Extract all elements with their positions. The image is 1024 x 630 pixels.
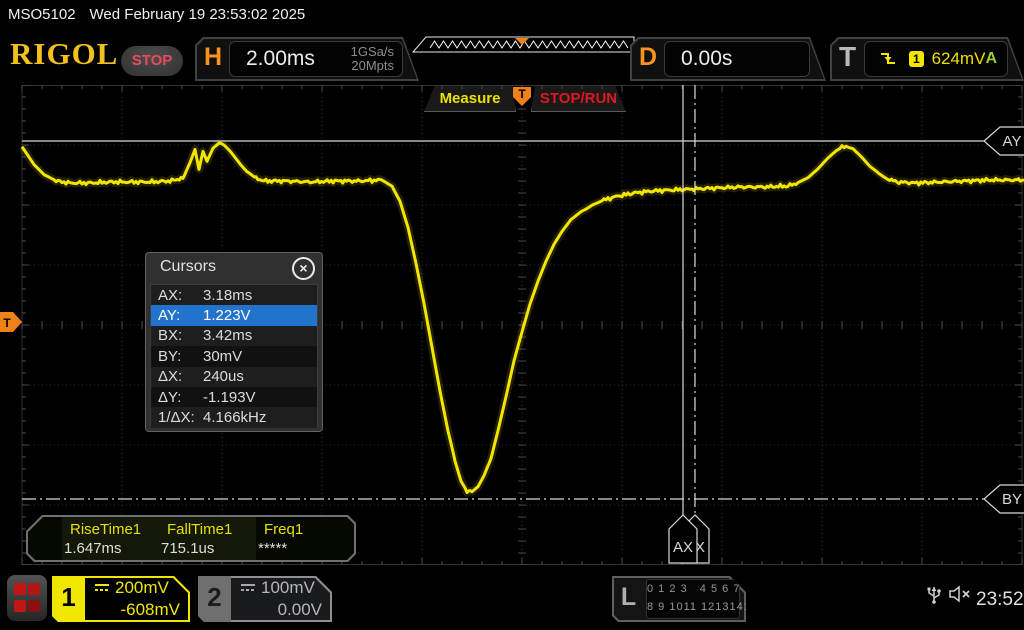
cursor-readout-list: AX:3.18msAY:1.223VBX:3.42msBY:30mVΔX:240… [150,284,318,427]
cursor-label: AX: [151,287,203,304]
svg-text:T: T [518,87,526,101]
cursor-label: ΔX: [151,368,203,385]
trigger-source-badge: 1 [909,51,923,67]
cursor-label: AY: [151,307,203,324]
cursor-value: 4.166kHz [203,409,317,426]
channel-2-tag[interactable]: 2 100mV 0.00V [198,576,332,622]
trigger-slope-icon [879,50,897,68]
measurement-value: ***** [256,538,353,557]
cursor-value: 30mV [203,348,317,365]
measurement-value: 1.647ms [62,538,159,557]
t-label: T [839,41,856,73]
svg-text:AX: AX [673,539,693,556]
digital-channels-row1: 0 1 2 3 4 5 6 7 [647,580,739,598]
clock: 23:52 [976,570,1024,630]
dc-coupling-icon [94,583,110,593]
la-label: L [612,576,645,622]
header-bar: RIGOL STOP H 2.00ms 1GSa/s20Mpts Measure… [0,30,1024,85]
close-icon[interactable]: × [292,257,315,280]
measurement-item[interactable]: Freq1***** [256,517,353,560]
cursor-label: BY: [151,348,203,365]
measurements-panel[interactable]: RiseTime11.647msFallTime1715.1usFreq1***… [26,515,356,562]
dc-coupling-icon [240,583,256,593]
datetime: Wed February 19 23:53:02 2025 [90,6,306,23]
cursor-row-ay[interactable]: AY:1.223V [151,305,317,325]
delay-panel[interactable]: D 0.00s [630,37,826,81]
waveform-overview-strip[interactable] [412,36,636,54]
logic-analyzer-tag[interactable]: L 0 1 2 3 4 5 6 7 8 9 1011 12131415 [612,576,746,622]
usb-icon [925,583,943,605]
channel-1-scale: 200mV [115,578,169,598]
measurement-item[interactable]: FallTime1715.1us [159,517,256,560]
measurements-list: RiseTime11.647msFallTime1715.1usFreq1***… [28,517,354,560]
cursor-row-by[interactable]: BY:30mV [151,346,317,366]
cursor-row-δy[interactable]: ΔY:-1.193V [151,387,317,407]
h-label: H [204,43,222,72]
delay-value: 0.00s [665,47,732,71]
svg-text:T: T [3,316,11,330]
cursor-value: 3.18ms [203,287,317,304]
bottom-bar: 1 200mV -608mV 2 100mV 0.00V [0,570,1024,630]
trigger-mode: A [985,50,1001,68]
sample-rate: 1GSa/s [351,44,394,59]
trigger-level-value: 624mV [932,49,986,69]
cursor-row-ax[interactable]: AX:3.18ms [151,285,317,305]
digital-channels-row2: 8 9 1011 12131415 [647,598,739,616]
timebase-value: 2.00ms [230,47,351,71]
trigger-panel[interactable]: T 1 624mV A [830,37,1024,81]
d-label: D [639,43,657,72]
memory-depth: 20Mpts [351,58,394,73]
cursor-value: 1.223V [203,307,317,324]
rigol-logo: RIGOL [10,36,118,72]
run-state-badge[interactable]: STOP [121,46,183,76]
cursor-row-bx[interactable]: BX:3.42ms [151,326,317,346]
channel-1-number: 1 [52,576,85,622]
svg-text:AY: AY [1003,133,1022,150]
measurement-value: 715.1us [159,538,256,557]
cursor-value: 240us [203,368,317,385]
cursor-label: 1/ΔX: [151,409,203,426]
cursor-row-δx[interactable]: ΔX:240us [151,367,317,387]
oscilloscope-screen: MSO5102 Wed February 19 23:53:02 2025 RIG… [0,0,1024,630]
model-name: MSO5102 [8,6,76,23]
measurement-item[interactable]: RiseTime11.647ms [62,517,159,560]
cursors-panel-title: Cursors [160,258,216,276]
measurement-name: Freq1 [256,521,353,538]
cursor-label: BX: [151,327,203,344]
channel-2-scale: 100mV [261,578,315,598]
cursor-value: 3.42ms [203,327,317,344]
measurement-name: RiseTime1 [62,521,159,538]
svg-text:BY: BY [1002,491,1022,508]
cursors-panel[interactable]: Cursors × AX:3.18msAY:1.223VBX:3.42msBY:… [145,252,323,432]
cursor-label: ΔY: [151,389,203,406]
menu-grid-icon[interactable] [7,575,47,621]
channel-1-offset: -608mV [94,600,180,620]
speaker-muted-icon [948,585,972,603]
top-status-bar: MSO5102 Wed February 19 23:53:02 2025 [0,0,1024,30]
cursor-value: -1.193V [203,389,317,406]
horizontal-panel[interactable]: H 2.00ms 1GSa/s20Mpts [195,37,419,81]
channel-1-tag[interactable]: 1 200mV -608mV [52,576,190,622]
measurement-name: FallTime1 [159,521,256,538]
cursor-row-1δx[interactable]: 1/ΔX:4.166kHz [151,407,317,427]
channel-2-offset: 0.00V [240,600,322,620]
channel-2-number: 2 [198,576,231,622]
